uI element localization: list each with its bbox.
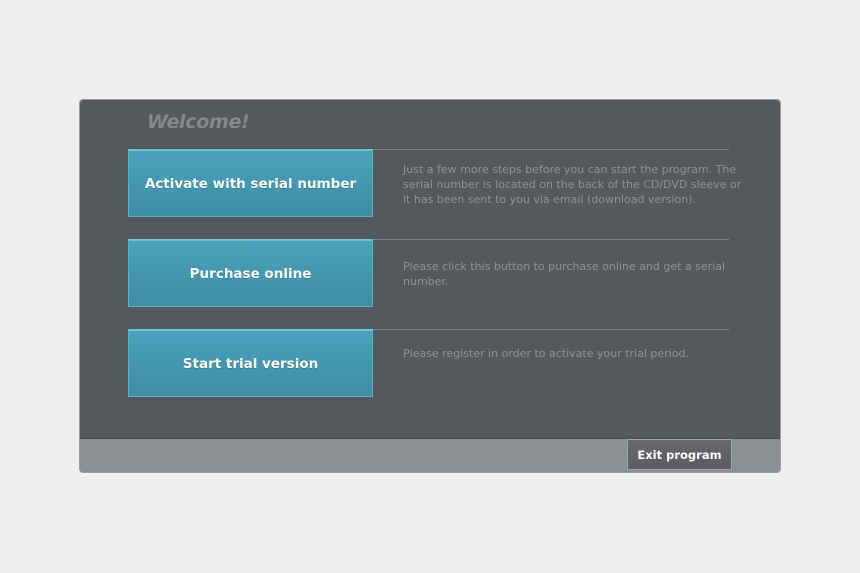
option-row-trial: Start trial version Please register in o…	[128, 329, 731, 397]
divider-line	[372, 149, 729, 150]
purchase-online-button[interactable]: Purchase online	[128, 239, 373, 307]
welcome-dialog: Welcome! Activate with serial number Jus…	[79, 99, 781, 473]
activate-serial-description: Just a few more steps before you can sta…	[403, 163, 742, 206]
exit-program-button[interactable]: Exit program	[627, 439, 732, 470]
purchase-online-label: Purchase online	[189, 265, 312, 282]
start-trial-button[interactable]: Start trial version	[128, 329, 373, 397]
exit-program-label: Exit program	[637, 447, 722, 462]
purchase-online-description: Please click this button to purchase onl…	[403, 260, 726, 288]
start-trial-description: Please register in order to activate you…	[403, 347, 689, 360]
welcome-title: Welcome!	[147, 111, 250, 133]
divider-line	[372, 239, 729, 240]
options-panel: Welcome! Activate with serial number Jus…	[80, 100, 780, 439]
activate-serial-label: Activate with serial number	[144, 175, 357, 192]
activate-serial-button[interactable]: Activate with serial number	[128, 149, 373, 217]
start-trial-label: Start trial version	[182, 355, 319, 372]
option-row-activate: Activate with serial number Just a few m…	[128, 149, 741, 217]
option-row-purchase: Purchase online Please click this button…	[128, 239, 731, 307]
divider-line	[372, 329, 729, 330]
